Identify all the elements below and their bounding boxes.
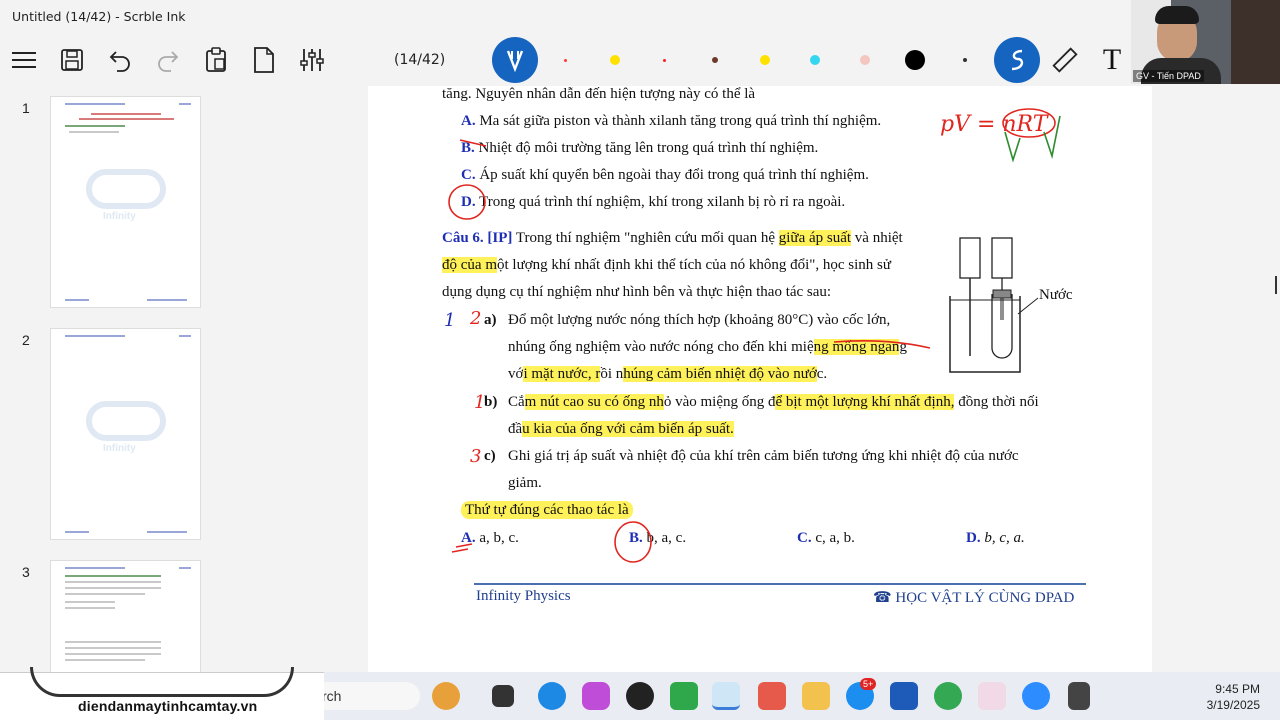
pen-tool-button[interactable] <box>492 37 538 83</box>
word-icon[interactable] <box>890 682 918 710</box>
color-yellow-2[interactable] <box>760 55 770 65</box>
camtasia-icon[interactable] <box>670 682 698 710</box>
undo-icon[interactable] <box>104 44 136 76</box>
save-icon[interactable] <box>56 44 88 76</box>
ruler-icon[interactable] <box>1048 44 1080 76</box>
webcam-label: GV - Tiến DPAD <box>1133 70 1204 82</box>
color-pink[interactable] <box>860 55 870 65</box>
banner-arc <box>30 667 294 697</box>
lasso-tool-button[interactable] <box>994 37 1040 83</box>
paste-icon[interactable] <box>200 44 232 76</box>
settings-sliders-icon[interactable] <box>296 44 328 76</box>
ink-number-blue: 1 <box>444 310 456 331</box>
clock-date: 3/19/2025 <box>1206 698 1260 712</box>
thumb-number-1: 1 <box>22 100 30 116</box>
ink-annotations <box>448 108 1061 563</box>
color-red-small[interactable] <box>564 59 567 62</box>
system-clock[interactable]: 9:45 PM 3/19/2025 <box>1196 681 1260 713</box>
page-thumbnail-sidebar: 1 Infinity 2 Infinity 3 <box>0 86 232 672</box>
toolbar: (14/42) T <box>0 34 1280 86</box>
page-thumbnail-3[interactable] <box>50 560 201 672</box>
website-banner: diendanmaytinhcamtay.vn <box>0 667 324 720</box>
color-black[interactable] <box>905 50 925 70</box>
notification-badge: 5+ <box>860 678 877 690</box>
ink-formula: pV = nRT <box>940 112 1048 137</box>
menu-icon[interactable] <box>8 44 40 76</box>
color-yellow[interactable] <box>610 55 620 65</box>
snipping-tool-icon[interactable] <box>712 682 740 710</box>
page-thumbnail-1[interactable]: Infinity <box>50 96 201 308</box>
clock-time: 9:45 PM <box>1215 682 1260 696</box>
color-red-tiny[interactable] <box>663 59 666 62</box>
color-dark-small[interactable] <box>963 58 967 62</box>
calculator-icon[interactable] <box>1068 682 1090 710</box>
lasso-icon <box>1011 49 1024 71</box>
page-counter: (14/42) <box>394 52 446 68</box>
zoom-icon[interactable] <box>1022 682 1050 710</box>
document-canvas[interactable]: tăng. Nguyên nhân dẫn đến hiện tượng này… <box>232 86 1280 672</box>
title-bar: Untitled (14/42) - Scrble Ink <box>0 0 1280 34</box>
text-tool-button[interactable]: T <box>1096 43 1128 76</box>
edge-icon[interactable] <box>538 682 566 710</box>
webcam-overlay: GV - Tiến DPAD <box>1131 0 1280 84</box>
color-cyan[interactable] <box>810 55 820 65</box>
color-brown[interactable] <box>712 57 718 63</box>
obs-icon[interactable] <box>626 682 654 710</box>
file-explorer-icon[interactable] <box>802 682 830 710</box>
chrome-icon[interactable] <box>934 682 962 710</box>
copilot-icon[interactable] <box>582 682 610 710</box>
window-title: Untitled (14/42) - Scrble Ink <box>12 9 186 24</box>
paint-icon[interactable] <box>978 682 1006 710</box>
website-text: diendanmaytinhcamtay.vn <box>78 698 258 714</box>
ink-number-a: 2 <box>470 308 482 329</box>
thumb-number-3: 3 <box>22 564 30 580</box>
thumb-number-2: 2 <box>22 332 30 348</box>
widgets-icon[interactable] <box>432 682 460 710</box>
document-page[interactable]: tăng. Nguyên nhân dẫn đến hiện tượng này… <box>368 86 1152 672</box>
pen-icon <box>506 50 524 73</box>
taskbar-search-text: rch <box>322 688 342 704</box>
presenter-hair <box>1155 6 1199 24</box>
scrollbar-thumb[interactable] <box>1275 276 1277 294</box>
taskbar: rch diendanmaytinhcamtay.vn 5+ 9:45 PM 3… <box>0 667 1280 720</box>
redo-icon[interactable] <box>152 44 184 76</box>
ink-number-c: 3 <box>470 446 482 467</box>
task-view-icon[interactable] <box>492 685 514 707</box>
page-thumbnail-2[interactable]: Infinity <box>50 328 201 540</box>
new-page-icon[interactable] <box>248 44 280 76</box>
app-red-icon[interactable] <box>758 682 786 710</box>
ink-number-b: 1 <box>474 392 486 413</box>
